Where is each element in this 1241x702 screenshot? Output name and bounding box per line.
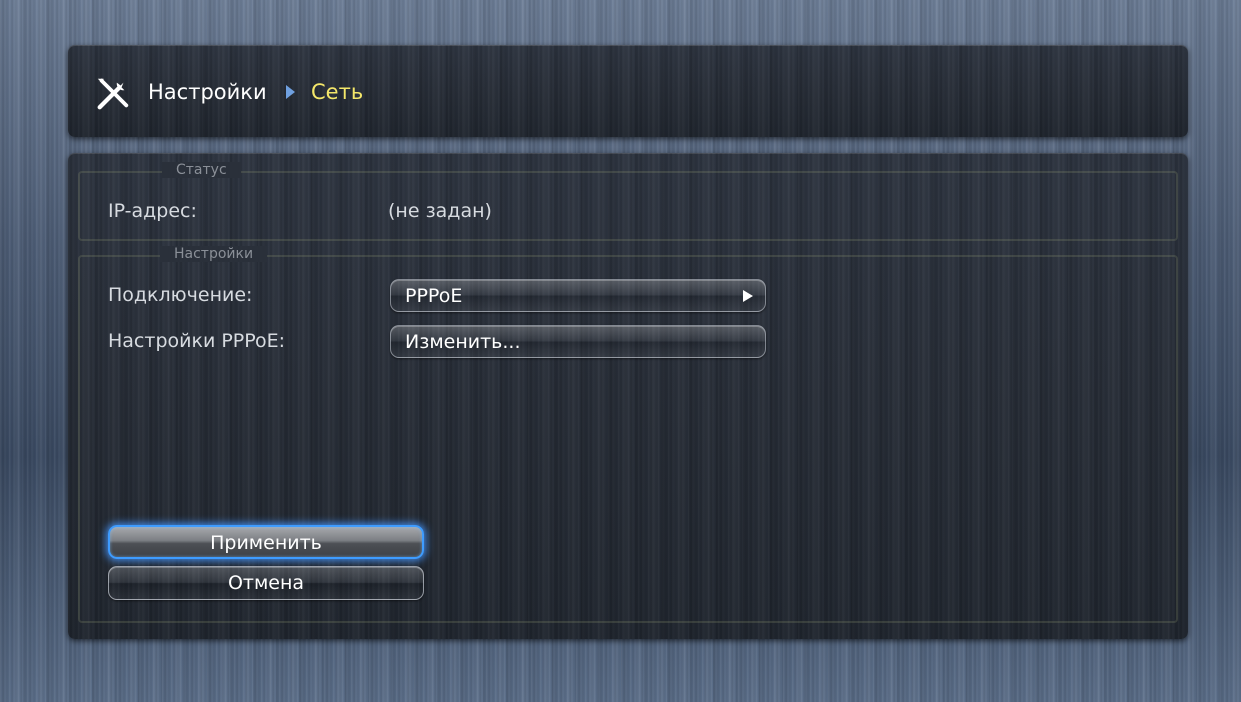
tools-icon bbox=[97, 78, 129, 110]
status-legend: Статус bbox=[162, 162, 241, 178]
breadcrumb-root: Настройки bbox=[148, 80, 267, 104]
pppoe-edit-label: Изменить... bbox=[405, 331, 521, 353]
connection-label: Подключение: bbox=[108, 284, 253, 306]
header-panel: Настройки Сеть bbox=[68, 45, 1188, 137]
status-group: Статус IP-адрес: (не задан) bbox=[78, 162, 1178, 241]
cancel-button[interactable]: Отмена bbox=[108, 566, 424, 600]
breadcrumb-separator-icon bbox=[286, 85, 295, 99]
breadcrumb-current: Сеть bbox=[311, 80, 364, 104]
connection-type-select[interactable]: PPPoE bbox=[390, 279, 766, 312]
ip-address-label: IP-адрес: bbox=[108, 200, 197, 222]
connection-type-value: PPPoE bbox=[405, 285, 463, 307]
apply-button[interactable]: Применить bbox=[108, 525, 424, 559]
main-panel: Статус IP-адрес: (не задан) Настройки По… bbox=[68, 153, 1188, 639]
settings-legend: Настройки bbox=[160, 246, 268, 262]
triangle-right-icon bbox=[743, 290, 753, 302]
pppoe-settings-label: Настройки PPPoE: bbox=[108, 330, 286, 352]
pppoe-edit-button[interactable]: Изменить... bbox=[390, 325, 766, 358]
ip-address-value: (не задан) bbox=[388, 200, 492, 222]
